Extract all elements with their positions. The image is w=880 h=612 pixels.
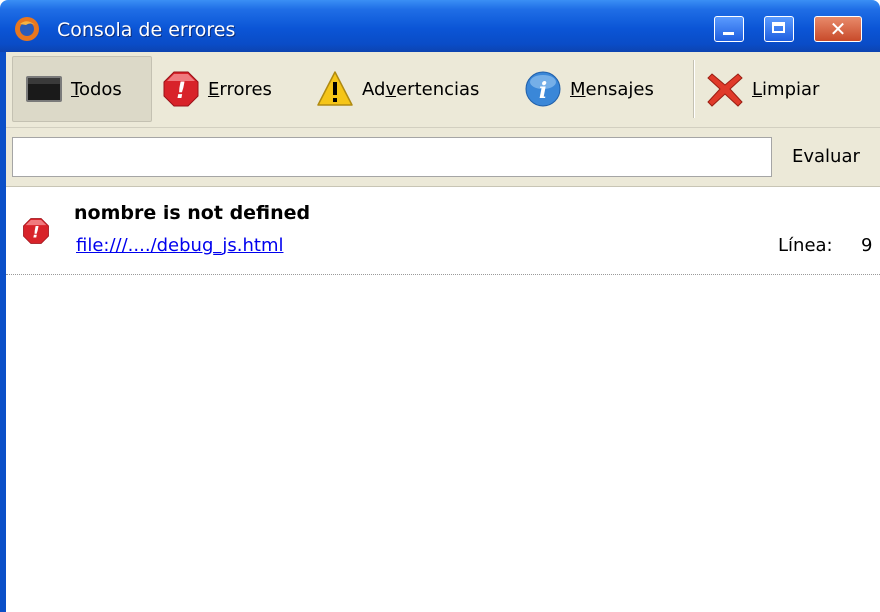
- svg-text:!: !: [176, 79, 186, 104]
- line-number: 9: [861, 235, 873, 256]
- minimize-button[interactable]: [714, 16, 744, 42]
- error-icon: !: [163, 71, 199, 107]
- eval-input[interactable]: [12, 137, 772, 177]
- clear-button[interactable]: Limpiar: [706, 56, 846, 122]
- filter-warnings-button[interactable]: Advertencias: [316, 56, 516, 122]
- list-item[interactable]: ! nombre is not defined file:///..../deb…: [6, 188, 880, 275]
- close-button[interactable]: ✕: [814, 16, 862, 42]
- svg-text:i: i: [539, 78, 547, 104]
- clear-icon: [707, 73, 743, 107]
- svg-text:!: !: [32, 223, 39, 242]
- minimize-icon: [723, 32, 734, 35]
- toolbar: Todos ! Errores Advertencias i Mensajes …: [6, 52, 880, 128]
- close-icon: ✕: [829, 17, 847, 41]
- filter-all-button[interactable]: Todos: [12, 56, 152, 122]
- title-bar[interactable]: Consola de errores ✕: [0, 0, 880, 52]
- error-message: nombre is not defined: [74, 202, 311, 224]
- console-content: Todos ! Errores Advertencias i Mensajes …: [6, 52, 880, 612]
- console-icon: [26, 76, 62, 102]
- filter-errors-button[interactable]: ! Errores: [162, 56, 302, 122]
- warning-icon: [317, 71, 353, 106]
- line-label: Línea:: [778, 235, 833, 256]
- source-link[interactable]: file:///..../debug_js.html: [76, 235, 283, 256]
- window-title: Consola de errores: [57, 19, 236, 41]
- evaluate-button[interactable]: Evaluar: [782, 137, 880, 177]
- maximize-button[interactable]: [764, 16, 794, 42]
- toolbar-separator: [693, 60, 695, 118]
- firefox-icon: [15, 17, 39, 41]
- filter-messages-button[interactable]: i Mensajes: [524, 56, 684, 122]
- maximize-icon: [772, 22, 785, 33]
- info-icon: i: [525, 71, 561, 107]
- error-icon: !: [23, 218, 49, 244]
- eval-bar: Evaluar: [6, 128, 880, 187]
